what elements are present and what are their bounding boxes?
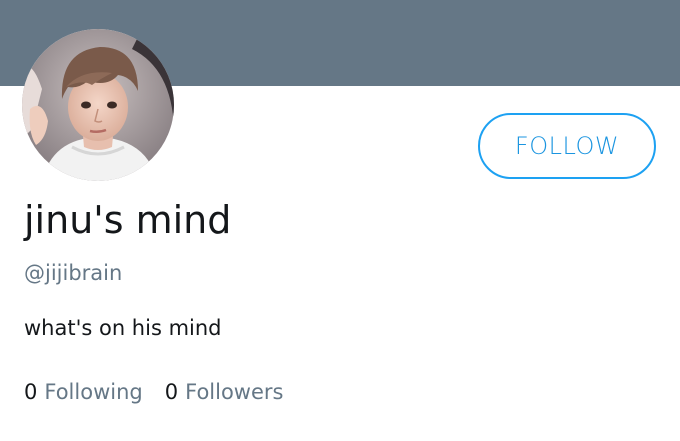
following-label: Following — [44, 380, 143, 404]
follow-button[interactable]: FOLLOW — [478, 113, 656, 179]
followers-count: 0 — [164, 380, 179, 404]
following-count: 0 — [24, 380, 38, 404]
avatar-image — [22, 29, 174, 181]
profile-display-name: jinu's mind — [24, 198, 232, 242]
profile-avatar[interactable] — [22, 29, 174, 181]
profile-stats: 0 Following 0 Followers — [24, 377, 283, 407]
profile-bio: what's on his mind — [24, 316, 222, 340]
profile-handle: @jijibrain — [24, 261, 123, 285]
followers-stat[interactable]: 0 Followers — [165, 377, 284, 407]
followers-label: Followers — [185, 380, 284, 404]
following-stat[interactable]: 0 Following — [24, 377, 143, 407]
